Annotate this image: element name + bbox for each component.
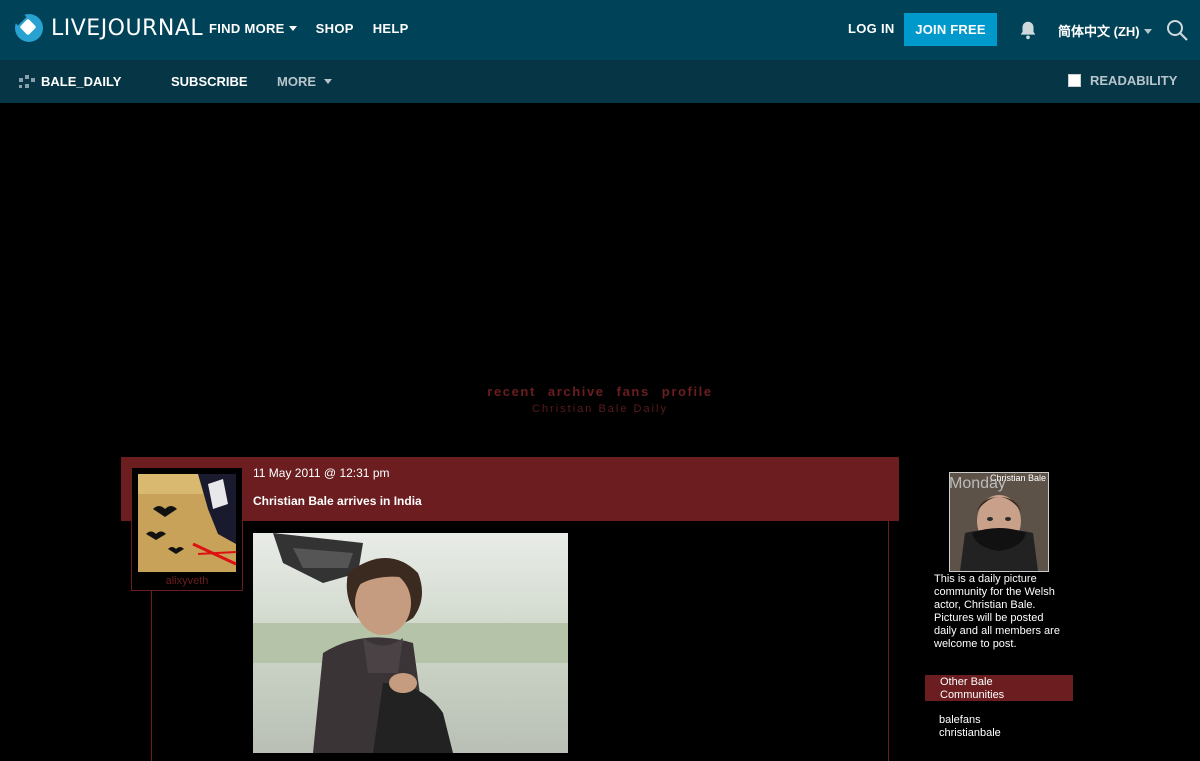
top-nav-menu: FIND MORE SHOP HELP [209,21,409,36]
community-link[interactable]: BALE_DAILY [19,74,121,89]
nav-find-more[interactable]: FIND MORE [209,21,297,36]
readability-toggle[interactable]: READABILITY [1068,73,1177,88]
journal-link-archive[interactable]: archive [548,384,605,399]
logo-text: LIVEJOURNAL [51,15,204,41]
livejournal-logo[interactable]: LIVEJOURNAL [15,14,203,42]
community-description: This is a daily picture community for th… [934,573,1060,650]
poster-userbox: alixyveth [131,467,243,591]
community-subbar: BALE_DAILY SUBSCRIBE MORE READABILITY [0,60,1200,103]
sidebar-section-title: Other Bale Communities [940,676,1005,701]
join-free-button[interactable]: JOIN FREE [904,13,997,46]
username-link[interactable]: alixyveth [132,575,242,587]
post-photo [253,533,568,753]
more-menu[interactable]: MORE [277,74,332,89]
sidebar-link-balefans[interactable]: balefans [939,714,1001,727]
journal-link-profile[interactable]: profile [662,384,713,399]
sidebar-link-christianbale[interactable]: christianbale [939,727,1001,740]
chevron-down-icon [1143,29,1152,34]
top-navbar: LIVEJOURNAL FIND MORE SHOP HELP LOG IN J… [0,0,1200,60]
readability-checkbox[interactable] [1068,74,1081,87]
journal-link-fans[interactable]: fans [617,384,650,399]
post-title: Christian Bale arrives in India [253,494,422,508]
nav-help[interactable]: HELP [373,21,409,36]
sidebar-section-header: Other Bale Communities [925,675,1073,701]
language-selector[interactable]: 简体中文 (ZH) [1058,21,1152,40]
sidebar-links: balefans christianbale [939,714,1001,740]
nav-shop[interactable]: SHOP [316,21,354,36]
livejournal-logo-icon [15,14,43,42]
journal-title: Christian Bale Daily [532,403,668,415]
chevron-down-icon [288,26,297,31]
bell-icon[interactable] [1017,19,1039,41]
user-avatar[interactable] [138,474,236,572]
post-date[interactable]: 11 May 2011 @ 12:31 pm [253,466,389,480]
community-userpic[interactable]: Christian Bale Monday [949,472,1049,572]
journal-links: recent archive fans profile [0,384,1200,399]
chevron-down-icon [323,79,332,84]
search-icon[interactable] [1165,18,1189,42]
subscribe-button[interactable]: SUBSCRIBE [171,74,248,89]
login-link[interactable]: LOG IN [848,21,895,36]
userpic-day-label: Monday [949,475,1006,492]
journal-nav: recent archive fans profile Christian Ba… [0,384,1200,415]
community-icon [19,74,35,88]
journal-link-recent[interactable]: recent [487,384,536,399]
